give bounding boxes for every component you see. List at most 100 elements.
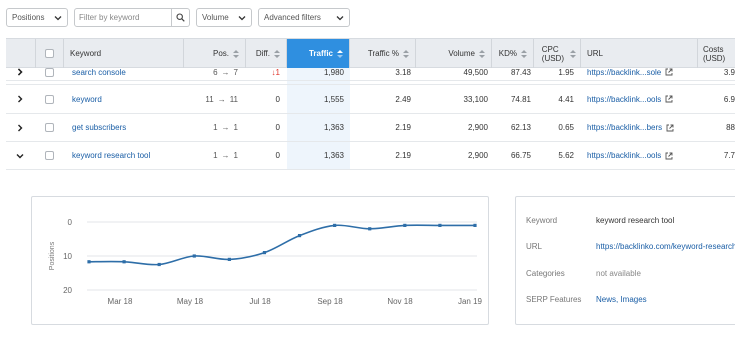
traffic-cell: 1,980: [287, 60, 344, 84]
row-checkbox[interactable]: [45, 151, 54, 160]
expand-toggle[interactable]: [16, 60, 24, 84]
position-to: 1: [233, 151, 238, 160]
kd-value: 74.81: [510, 94, 531, 104]
volume-filter-label: Volume: [202, 13, 229, 22]
positions-filter-label: Positions: [12, 13, 45, 22]
cpc-value: 4.41: [558, 94, 574, 104]
cpc-cell: 0.65: [534, 114, 574, 141]
chevron-right-icon: [18, 95, 23, 103]
row-checkbox[interactable]: [45, 67, 54, 77]
url-link[interactable]: https://backlink...bers: [587, 123, 674, 132]
cpc-value: 0.65: [558, 123, 574, 132]
kd-cell: 62.13: [492, 114, 531, 141]
table-row[interactable]: keyword research tool 1 → 1 0 1,363 2.19 2,900 6…: [6, 142, 735, 170]
url-text: https://backlink...sole: [587, 67, 662, 77]
kd-value: 62.13: [510, 123, 531, 132]
traffic-pct-cell: 2.19: [350, 142, 411, 169]
expand-toggle[interactable]: [16, 142, 24, 169]
costs-cell: 7.7: [698, 142, 735, 169]
url-link[interactable]: https://backlink...ools: [587, 95, 673, 104]
detail-url-link[interactable]: https://backlinko.com/keyword-research-t…: [596, 242, 735, 251]
table-row[interactable]: search console 6 → 7 ↓ 1 1,980 3.18 49,500 87.43 1…: [6, 60, 735, 85]
diff-cell: ↓ 1: [246, 60, 280, 84]
keyword-link[interactable]: keyword research tool: [72, 151, 150, 160]
diff-value: 0: [275, 94, 280, 104]
chevron-down-icon: [336, 15, 344, 20]
chevron-down-icon: [54, 15, 62, 20]
cpc-cell: 4.41: [534, 85, 574, 113]
position-from: 11: [205, 94, 214, 104]
url-link[interactable]: https://backlink...sole: [587, 68, 673, 77]
data-point: [87, 260, 91, 264]
keyword-details-panel: Keyword keyword research tool URL https:…: [515, 196, 735, 325]
url-cell: https://backlink...ools: [587, 142, 673, 169]
keyword-link[interactable]: get subscribers: [72, 123, 126, 132]
row-checkbox-cell: [45, 142, 54, 169]
external-link-icon[interactable]: [665, 68, 673, 76]
costs-cell: 6.9: [698, 85, 735, 113]
data-point: [157, 262, 161, 267]
cpc-cell: 1.95: [534, 60, 574, 84]
positions-filter[interactable]: Positions: [6, 8, 68, 27]
y-axis-label: Positions: [49, 241, 56, 270]
external-link-icon[interactable]: [665, 95, 673, 103]
row-checkbox[interactable]: [45, 123, 54, 132]
diff-value: 0: [275, 151, 280, 160]
volume-cell: 33,100: [416, 85, 488, 113]
costs-value: 3.9: [723, 67, 735, 77]
keyword-cell: keyword: [72, 85, 102, 113]
data-point: [438, 223, 442, 227]
detail-serp-label: SERP Features: [526, 295, 582, 304]
url-text: https://backlink...ools: [587, 151, 662, 160]
position-to: 11: [229, 94, 238, 104]
costs-cell: 88: [698, 114, 735, 141]
position-cell: 11 → 11: [184, 85, 238, 113]
traffic-pct-value: 3.18: [395, 67, 411, 77]
external-link-icon[interactable]: [665, 152, 673, 160]
data-point: [333, 223, 337, 227]
chevron-down-icon: [238, 15, 246, 20]
expand-toggle[interactable]: [16, 85, 24, 113]
x-tick-label: May 18: [177, 297, 204, 306]
detail-keyword-value: keyword research tool: [596, 216, 675, 225]
position-cell: 6 → 7: [184, 60, 238, 84]
advanced-filters[interactable]: Advanced filters: [258, 8, 350, 27]
keyword-cell: get subscribers: [72, 114, 126, 141]
position-from: 1: [213, 151, 218, 160]
table-row[interactable]: get subscribers 1 → 1 0 1,363 2.19 2,900 62.13 0.…: [6, 114, 735, 142]
row-checkbox[interactable]: [45, 94, 54, 104]
search-button[interactable]: [172, 8, 190, 27]
keyword-search: [74, 8, 190, 27]
expand-toggle[interactable]: [16, 114, 24, 141]
diff-cell: 0: [246, 142, 280, 169]
traffic-pct-value: 2.19: [395, 151, 411, 160]
x-tick-label: Mar 18: [108, 297, 133, 306]
cpc-value: 1.95: [558, 67, 574, 77]
column-costs-label: Costs: [703, 44, 724, 54]
table-row[interactable]: keyword 11 → 11 0 1,555 2.49 33,100 74.81 4.41 htt…: [6, 85, 735, 114]
position-history-chart: 0 10 20 Positions Mar 18 May 18 Jul 18 Sep 18 No…: [31, 196, 489, 325]
external-link-icon[interactable]: [666, 124, 674, 132]
volume-filter[interactable]: Volume: [196, 8, 252, 27]
url-cell: https://backlink...sole: [587, 60, 673, 84]
x-tick-label: Sep 18: [317, 297, 343, 306]
url-link[interactable]: https://backlink...ools: [587, 151, 673, 160]
keyword-link[interactable]: search console: [72, 68, 126, 77]
traffic-value: 1,363: [323, 123, 344, 132]
keyword-link[interactable]: keyword: [72, 95, 102, 104]
costs-value: 88: [726, 123, 735, 132]
diff-cell: 0: [246, 114, 280, 141]
traffic-cell: 1,363: [287, 142, 344, 169]
filter-bar: Positions Volume Advanced filters: [6, 8, 350, 27]
column-cpc-label: CPC: [541, 44, 559, 54]
search-input[interactable]: [74, 8, 172, 27]
detail-categories-value: not available: [596, 269, 641, 278]
volume-value: 49,500: [463, 67, 488, 77]
kd-value: 66.75: [510, 151, 531, 160]
detail-categories-label: Categories: [526, 269, 565, 278]
keyword-cell: search console: [72, 60, 126, 84]
keyword-cell: keyword research tool: [72, 142, 150, 169]
position-from: 1: [213, 123, 218, 132]
traffic-cell: 1,363: [287, 114, 344, 141]
detail-serp-value[interactable]: News, Images: [596, 295, 647, 304]
